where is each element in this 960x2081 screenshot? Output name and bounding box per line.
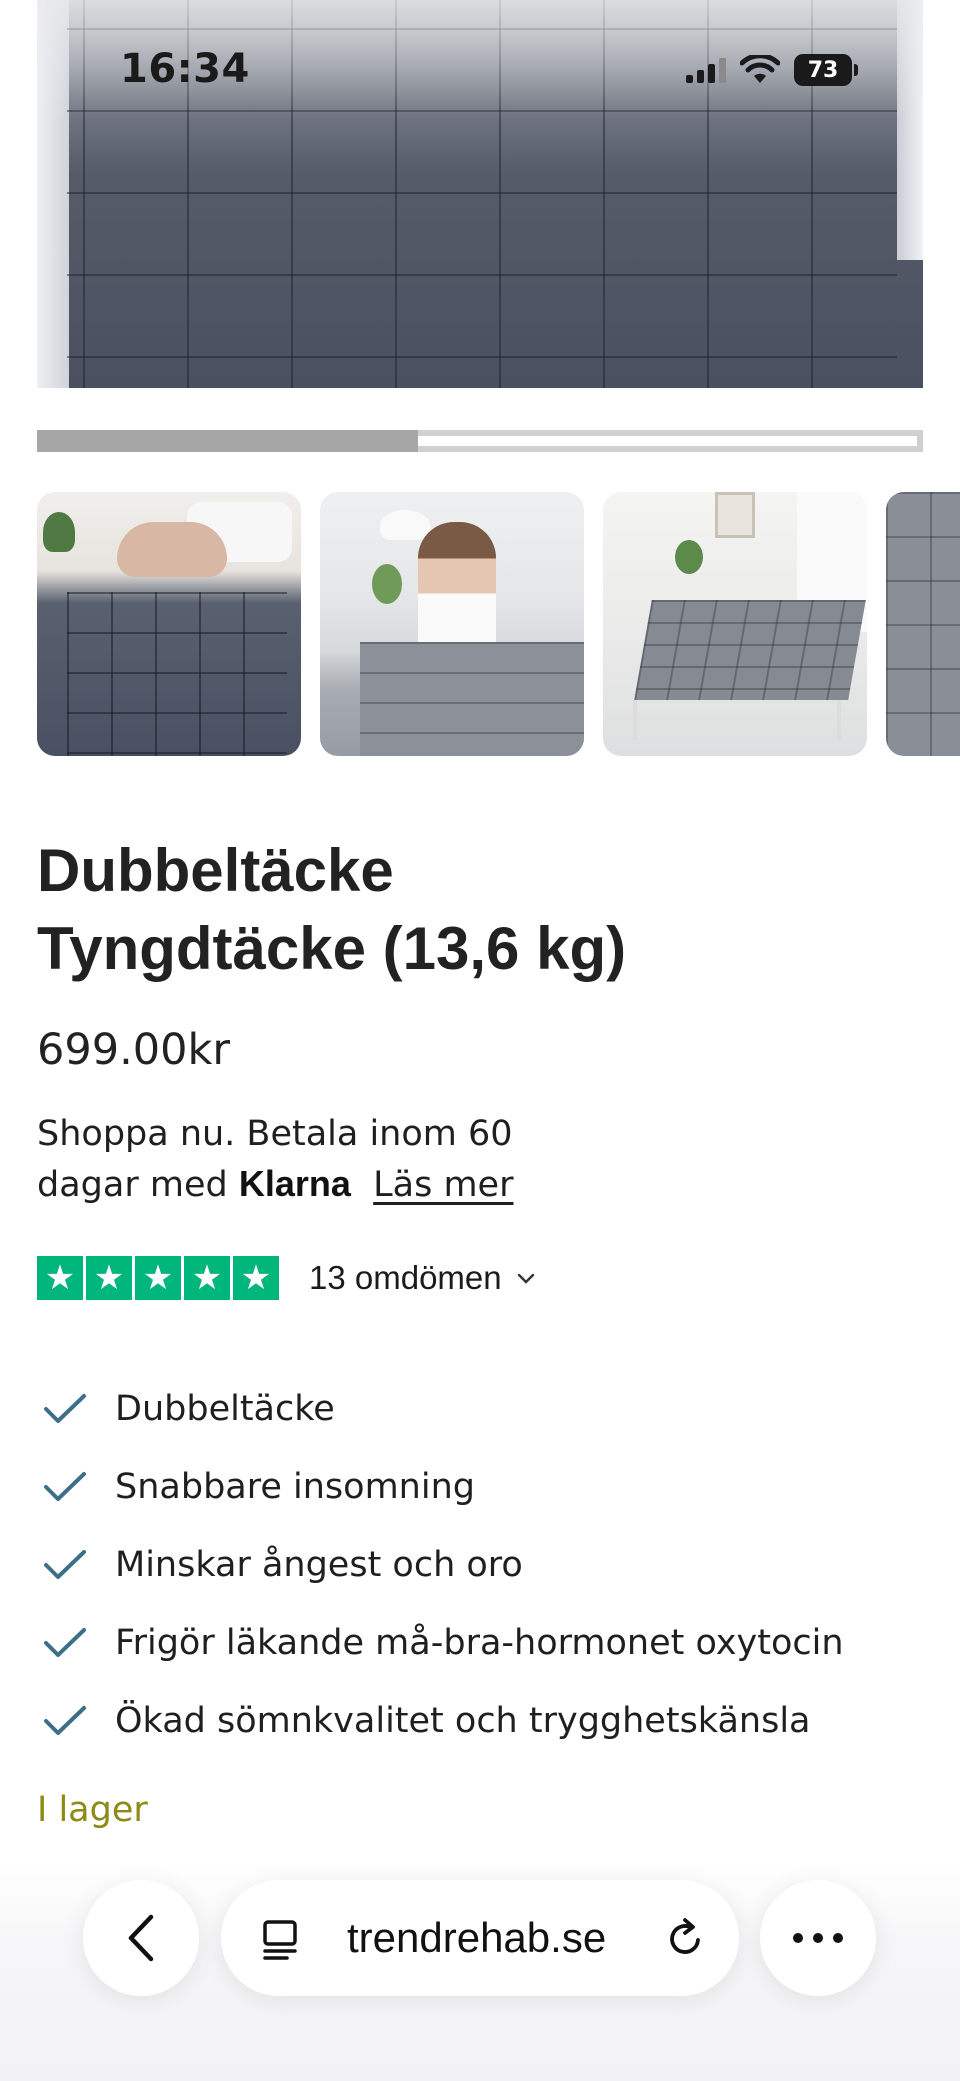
thumbnail-person: [117, 522, 227, 577]
checkmark-icon: [37, 1470, 93, 1504]
reload-icon[interactable]: [665, 1916, 707, 1960]
thumbnail-blanket: [360, 642, 584, 756]
ellipsis-icon: [793, 1933, 843, 1943]
cellular-signal-icon: [686, 57, 726, 83]
feature-text: Ökad sömnkvalitet och trygghetskänsla: [115, 1701, 811, 1741]
thumbnail-strip[interactable]: [37, 492, 960, 756]
review-count[interactable]: 13 omdömen: [309, 1259, 502, 1297]
gallery-progress-bar: [37, 430, 923, 452]
thumbnail-plant: [372, 564, 402, 604]
star-icon: ★: [86, 1256, 132, 1300]
address-bar[interactable]: trendrehab.se: [221, 1880, 739, 1996]
thumbnail-woman-sitting[interactable]: [320, 492, 584, 756]
checkmark-icon: [37, 1548, 93, 1582]
feature-text: Dubbeltäcke: [115, 1389, 335, 1429]
url-text[interactable]: trendrehab.se: [347, 1914, 606, 1962]
star-icon: ★: [184, 1256, 230, 1300]
klarna-read-more-link[interactable]: Läs mer: [373, 1165, 513, 1205]
thumbnail-woman-sleeping[interactable]: [37, 492, 301, 756]
feature-list: Dubbeltäcke Snabbare insomning Minskar ång…: [37, 1370, 844, 1760]
thumbnail-blanket-closeup[interactable]: [886, 492, 960, 756]
thumbnail-bed-quilt: [67, 592, 287, 756]
stock-status: I lager: [37, 1790, 148, 1830]
klarna-line1: Shoppa nu. Betala inom 60: [37, 1114, 513, 1154]
back-button[interactable]: [83, 1880, 199, 1996]
wifi-icon: [740, 55, 780, 83]
star-icon: ★: [37, 1256, 83, 1300]
status-icons: 73: [686, 50, 858, 90]
checkmark-icon: [37, 1626, 93, 1660]
klarna-logo: Klarna: [238, 1163, 351, 1204]
star-icon: ★: [135, 1256, 181, 1300]
thumbnail-picture-frame: [715, 492, 755, 538]
battery-icon: 73: [794, 54, 858, 86]
more-options-button[interactable]: [760, 1880, 876, 1996]
feature-text: Snabbare insomning: [115, 1467, 475, 1507]
thumbnail-lamp: [380, 510, 430, 540]
thumbnail-bed-legs: [633, 700, 841, 740]
checkmark-icon: [37, 1392, 93, 1426]
feature-item: Snabbare insomning: [37, 1448, 844, 1526]
thumbnail-bed-room[interactable]: [603, 492, 867, 756]
reader-mode-icon[interactable]: [259, 1918, 301, 1962]
feature-text: Frigör läkande må-bra-hormonet oxytocin: [115, 1623, 844, 1663]
battery-level: 73: [807, 57, 839, 83]
feature-item: Frigör läkande må-bra-hormonet oxytocin: [37, 1604, 844, 1682]
feature-item: Ökad sömnkvalitet och trygghetskänsla: [37, 1682, 844, 1760]
status-time: 16:34: [120, 46, 250, 92]
feature-text: Minskar ångest och oro: [115, 1545, 523, 1585]
product-price: 699.00kr: [37, 1025, 231, 1075]
chevron-down-icon[interactable]: [516, 1271, 536, 1285]
gallery-progress-fill: [37, 430, 418, 452]
feature-item: Minskar ångest och oro: [37, 1526, 844, 1604]
thumbnail-bed-quilt: [634, 600, 866, 700]
checkmark-icon: [37, 1704, 93, 1738]
thumbnail-person: [418, 522, 496, 652]
product-title-line1: Dubbeltäcke: [37, 837, 394, 904]
trustpilot-rating[interactable]: ★ ★ ★ ★ ★ 13 omdömen: [37, 1256, 536, 1300]
feature-item: Dubbeltäcke: [37, 1370, 844, 1448]
chevron-left-icon: [128, 1914, 154, 1962]
star-icon: ★: [233, 1256, 279, 1300]
rating-stars: ★ ★ ★ ★ ★: [37, 1256, 279, 1300]
klarna-line2-prefix: dagar med: [37, 1165, 228, 1205]
thumbnail-plant: [675, 540, 703, 574]
product-title: Dubbeltäcke Tyngdtäcke (13,6 kg): [37, 832, 897, 988]
product-title-line2: Tyngdtäcke (13,6 kg): [37, 915, 627, 982]
thumbnail-plant: [43, 512, 75, 552]
klarna-message: Shoppa nu. Betala inom 60 dagar med Klar…: [37, 1110, 737, 1210]
